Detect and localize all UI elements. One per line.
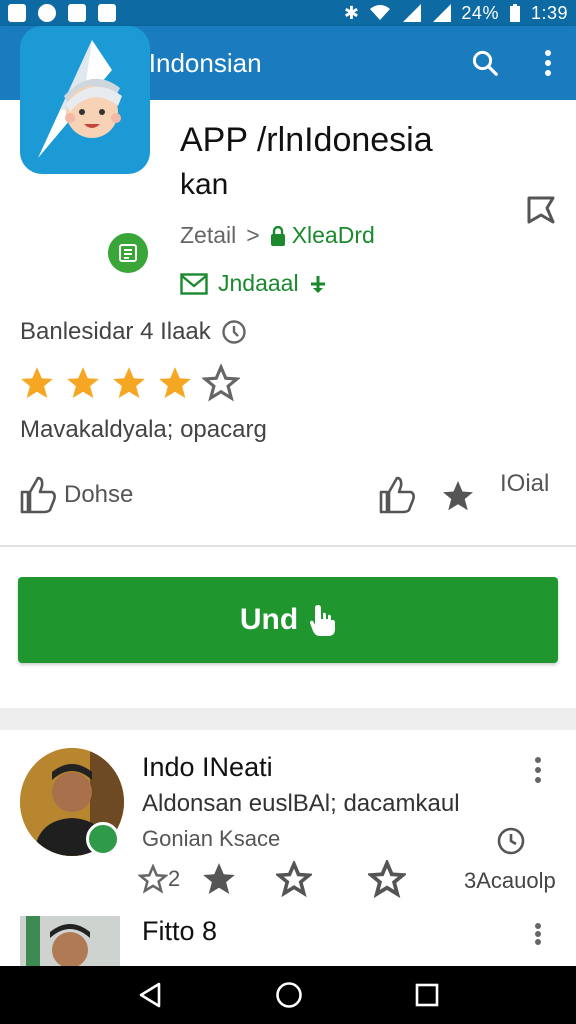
signal-icon xyxy=(433,4,452,22)
favorite-action[interactable] xyxy=(440,478,476,519)
more-vert-icon xyxy=(535,757,541,783)
app-meta-row: Banlesidar 4 Ilaak xyxy=(20,318,247,346)
developer-separator: > xyxy=(246,222,260,248)
app-title-line2: kan xyxy=(180,168,229,201)
notification-icon xyxy=(38,4,56,22)
review-actions: 2 xyxy=(138,860,407,898)
overflow-menu-button[interactable] xyxy=(520,26,576,100)
clock: 1:39 xyxy=(530,2,568,23)
review-text: Aldonsan euslBAl; dacamkaul xyxy=(142,790,460,817)
app-meta-text: Banlesidar 4 Ilaak xyxy=(20,318,211,345)
review-author: Fitto 8 xyxy=(142,916,218,946)
like-action-label: Dohse xyxy=(64,481,134,508)
like-action[interactable]: Dohse xyxy=(18,474,133,516)
battery-icon xyxy=(509,4,520,22)
star-outline-icon[interactable] xyxy=(368,860,407,898)
wishlist-button[interactable] xyxy=(524,194,558,228)
star-outline-icon[interactable] xyxy=(138,864,168,894)
star-icon[interactable] xyxy=(200,860,238,898)
notification-icon xyxy=(98,4,116,22)
developer-row: Zetail > XleaDrd xyxy=(180,222,375,249)
bluetooth-icon: ✱ xyxy=(343,2,360,23)
thumbs-up-icon xyxy=(20,476,56,514)
star-filled-icon xyxy=(113,367,145,399)
system-nav-bar xyxy=(0,966,576,1024)
lock-icon xyxy=(270,225,285,246)
install-status-row: Jndaaal xyxy=(180,270,327,297)
share-action[interactable] xyxy=(376,474,418,521)
wifi-icon xyxy=(370,5,391,20)
star-icon xyxy=(443,481,473,511)
star-empty-icon xyxy=(202,364,240,402)
review-icon-count: 2 xyxy=(168,866,181,891)
bookmark-icon xyxy=(527,196,555,224)
review-subtitle: Gonian Ksace xyxy=(142,826,281,851)
search-icon xyxy=(472,50,498,76)
thumbs-up-icon xyxy=(379,476,415,514)
app-title: APP /rlnIdonesia xyxy=(180,121,433,159)
signal-icon xyxy=(403,4,422,22)
home-nav-icon[interactable] xyxy=(274,980,304,1010)
actions-row: Dohse IOial xyxy=(0,470,576,530)
recents-nav-icon[interactable] xyxy=(413,981,441,1009)
developer-prefix: Zetail xyxy=(180,222,237,248)
app-icon xyxy=(20,26,150,174)
divider xyxy=(0,545,576,547)
notification-icon xyxy=(68,4,86,22)
review-author: Indo INeati xyxy=(142,752,273,782)
more-action-label: IOial xyxy=(500,470,550,497)
clock-icon xyxy=(496,826,526,861)
app-description: Mavakaldyala; opacarg xyxy=(20,416,267,443)
status-bar: ✱ 24% 1:39 xyxy=(0,0,576,26)
developer-link[interactable]: XleaDrd xyxy=(270,222,375,249)
star-outline-icon[interactable] xyxy=(276,861,313,897)
mail-icon xyxy=(180,272,208,295)
review-overflow-button[interactable] xyxy=(534,756,542,789)
battery-percent: 24% xyxy=(461,2,499,23)
info-icon[interactable] xyxy=(221,319,247,345)
more-vert-icon xyxy=(545,50,551,76)
plus-icon xyxy=(310,275,325,293)
more-action[interactable]: IOial xyxy=(500,470,549,498)
notification-icon xyxy=(8,4,26,22)
avatar[interactable] xyxy=(20,916,120,966)
hand-pointer-icon xyxy=(310,605,336,636)
install-button-label: Und xyxy=(239,603,299,636)
star-filled-icon xyxy=(159,367,191,399)
developer-name: XleaDrd xyxy=(291,222,375,248)
star-filled-icon xyxy=(67,367,99,399)
verified-badge-icon xyxy=(86,822,120,856)
install-status-label: Jndaaal xyxy=(218,270,299,296)
search-button[interactable] xyxy=(450,26,520,100)
star-filled-icon xyxy=(21,367,53,399)
install-button[interactable]: Und xyxy=(18,577,558,663)
more-vert-icon xyxy=(535,923,541,945)
review-overflow-button[interactable] xyxy=(534,922,542,951)
back-nav-icon[interactable] xyxy=(135,980,165,1010)
app-badge-icon xyxy=(105,230,151,276)
review-count-text: 3Acauolp xyxy=(464,868,556,893)
rating-stars xyxy=(18,364,240,402)
